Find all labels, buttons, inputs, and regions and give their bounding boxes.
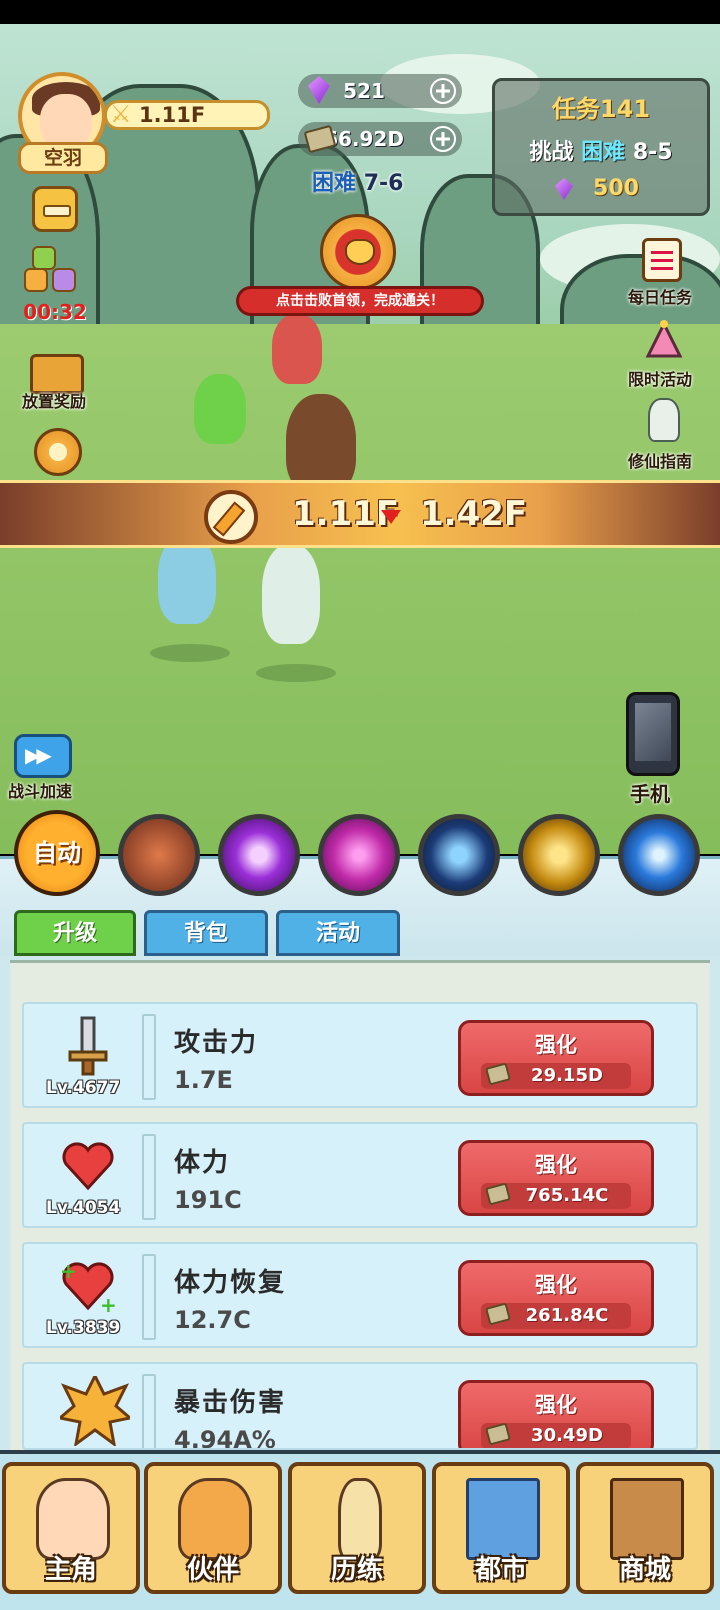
collapse-button[interactable] bbox=[32, 186, 78, 232]
beast-skill-icon[interactable] bbox=[118, 814, 200, 896]
enemy-power-value: 1.42F bbox=[420, 494, 528, 534]
upgrade-row-stamina: Lv.4054 体力 191C 强化 765.14C bbox=[22, 1122, 698, 1228]
combat-power-icon bbox=[204, 490, 258, 544]
quest-panel[interactable]: 任务141 挑战 困难 8-5 500 bbox=[492, 78, 710, 216]
enemy-boss-sprite[interactable] bbox=[272, 314, 322, 384]
cat-icon bbox=[178, 1478, 252, 1560]
grass-field bbox=[0, 324, 720, 854]
shop-stall-icon bbox=[610, 1478, 684, 1560]
add-gems-icon[interactable] bbox=[430, 78, 456, 104]
upgrade-name: 攻击力 bbox=[174, 1028, 259, 1058]
quest-title: 任务141 bbox=[551, 95, 651, 123]
city-buildings-icon bbox=[466, 1478, 540, 1560]
buff-boost-icon[interactable] bbox=[24, 246, 82, 300]
hero-sprite bbox=[286, 394, 356, 494]
heart-plus-icon: + + bbox=[60, 1256, 117, 1317]
phone-icon[interactable] bbox=[626, 692, 680, 776]
comet-skill-icon[interactable] bbox=[618, 814, 700, 896]
boss-challenge-icon[interactable] bbox=[320, 214, 396, 290]
tab-upgrade[interactable]: 升级 bbox=[14, 910, 136, 956]
add-cash-icon[interactable] bbox=[430, 126, 456, 152]
protagonist-icon bbox=[36, 1478, 110, 1560]
upgrade-row-attack: Lv.4677 攻击力 1.7E 强化 29.15D bbox=[22, 1002, 698, 1108]
upgrade-level: Lv.4677 bbox=[46, 1078, 121, 1098]
nav-shop[interactable]: 商城 bbox=[576, 1462, 714, 1594]
crit-fist-icon bbox=[56, 1372, 134, 1448]
sword-icon bbox=[60, 1016, 116, 1076]
tab-bag[interactable]: 背包 bbox=[144, 910, 268, 956]
upgrade-name: 暴击伤害 bbox=[174, 1388, 287, 1418]
status-bar bbox=[0, 0, 720, 24]
upgrade-row-crit: 暴击伤害 4.94A% 强化 30.49D bbox=[22, 1362, 698, 1450]
boss-hint-banner[interactable]: 点击击败首领，完成通关！ bbox=[236, 286, 484, 316]
player-name[interactable]: 空羽 bbox=[18, 142, 108, 174]
heart-icon bbox=[60, 1136, 116, 1194]
ally-green-sprite bbox=[194, 374, 246, 444]
upgrade-level: Lv.3839 bbox=[46, 1318, 121, 1338]
upgrade-row-regen: + + Lv.3839 体力恢复 12.7C 强化 261.84C bbox=[22, 1242, 698, 1348]
quest-goal: 挑战 困难 8-5 bbox=[529, 140, 673, 165]
enhance-button[interactable]: 强化 765.14C bbox=[458, 1140, 654, 1216]
cash-icon bbox=[485, 1062, 511, 1086]
nav-partner[interactable]: 伙伴 bbox=[144, 1462, 282, 1594]
vortex-skill-icon[interactable] bbox=[318, 814, 400, 896]
upgrade-name: 体力恢复 bbox=[174, 1268, 287, 1298]
limited-event-icon[interactable] bbox=[642, 320, 684, 360]
enhance-button[interactable]: 强化 29.15D bbox=[458, 1020, 654, 1096]
decor-border bbox=[142, 1014, 156, 1100]
ally-white-sprite bbox=[262, 544, 320, 644]
power-sword-icon: ⚔ bbox=[110, 100, 132, 128]
scroll-tablet-icon bbox=[338, 1478, 382, 1560]
down-arrow-icon bbox=[381, 510, 401, 524]
decor-border bbox=[142, 1374, 156, 1448]
cash-icon bbox=[485, 1422, 511, 1446]
upgrade-value: 12.7C bbox=[174, 1306, 251, 1334]
svg-text:+: + bbox=[100, 1293, 116, 1316]
upgrade-value: 4.94A% bbox=[174, 1426, 276, 1450]
golden-swords-skill-icon[interactable] bbox=[518, 814, 600, 896]
upgrade-value: 191C bbox=[174, 1186, 242, 1214]
daily-task-label[interactable]: 每日任务 bbox=[628, 284, 692, 308]
daily-task-icon[interactable] bbox=[642, 238, 682, 282]
battle-speed-label[interactable]: 战斗加速 bbox=[8, 778, 72, 802]
svg-text:+: + bbox=[60, 1259, 77, 1283]
auto-battle-button[interactable]: 自动 bbox=[14, 810, 100, 896]
decor-border bbox=[142, 1134, 156, 1220]
upgrade-name: 体力 bbox=[174, 1148, 231, 1178]
upgrade-value: 1.7E bbox=[174, 1066, 233, 1094]
nav-training[interactable]: 历练 bbox=[288, 1462, 426, 1594]
shadow bbox=[150, 644, 230, 662]
upgrade-level: Lv.4054 bbox=[46, 1198, 121, 1218]
thunder-talisman-skill-icon[interactable] bbox=[418, 814, 500, 896]
limited-event-label[interactable]: 限时活动 bbox=[628, 366, 692, 390]
cash-icon bbox=[485, 1302, 511, 1326]
decor-border bbox=[142, 1254, 156, 1340]
cultivation-guide-label[interactable]: 修仙指南 bbox=[628, 448, 692, 472]
tab-activity[interactable]: 活动 bbox=[276, 910, 400, 956]
current-stage: 困难 7-6 bbox=[312, 171, 404, 196]
quest-reward: 500 bbox=[495, 176, 707, 201]
nav-protagonist[interactable]: 主角 bbox=[2, 1462, 140, 1594]
nav-city[interactable]: 都市 bbox=[432, 1462, 570, 1594]
battle-speed-button[interactable] bbox=[14, 734, 72, 778]
buff-timer: 00:32 bbox=[23, 300, 87, 324]
shadow bbox=[256, 664, 336, 682]
cash-icon bbox=[485, 1182, 511, 1206]
violet-orb-skill-icon[interactable] bbox=[218, 814, 300, 896]
enhance-button[interactable]: 强化 30.49D bbox=[458, 1380, 654, 1448]
cultivation-guide-icon[interactable] bbox=[648, 398, 680, 442]
lucky-wheel-icon[interactable] bbox=[34, 428, 82, 476]
enhance-button[interactable]: 强化 261.84C bbox=[458, 1260, 654, 1336]
phone-label[interactable]: 手机 bbox=[630, 778, 670, 807]
idle-reward-label[interactable]: 放置奖励 bbox=[22, 388, 86, 412]
